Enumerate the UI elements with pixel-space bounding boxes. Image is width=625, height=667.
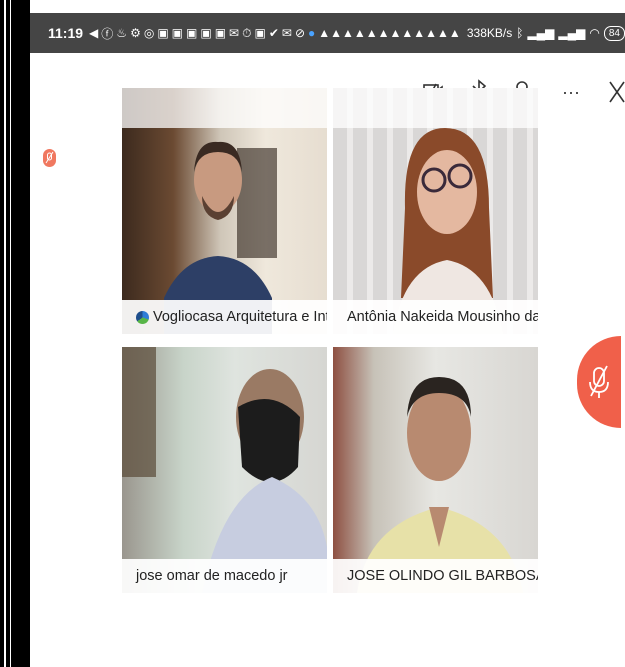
notification-icons: ◀ ⓕ ♨ ⚙ ◎ ▣ ▣ ▣ ▣ ▣ ✉ ⏱ ▣ ✔ ✉ ⊘ ● ▲▲▲▲▲▲…	[89, 25, 463, 42]
more-options-button[interactable]: ···	[548, 72, 594, 112]
participant-name-bar: Antônia Nakeida Mousinho da Silva (	[333, 300, 538, 334]
participant-name: Antônia Nakeida Mousinho da Silva (	[347, 309, 538, 325]
left-edge-bar	[0, 0, 30, 667]
participant-video	[122, 347, 327, 593]
wifi-icon: ◠	[589, 26, 600, 40]
signal-icon: ▂▄▆	[558, 26, 586, 40]
participant-name: Vogliocasa Arquitetura e Interiores	[153, 309, 327, 325]
signal-icon: ▂▄▆	[527, 26, 555, 40]
gmail-icon: ✉	[229, 26, 240, 40]
close-icon	[609, 81, 625, 103]
facebook-icon: ⓕ	[101, 26, 114, 41]
youtube-icon: ▣	[200, 26, 212, 40]
mute-toggle-button[interactable]	[577, 336, 621, 428]
close-button[interactable]	[594, 72, 625, 112]
more-options-icon: ···	[562, 81, 580, 102]
mic-off-icon	[589, 365, 609, 398]
alert-icon: ▲▲▲▲▲▲▲▲▲▲▲▲▲▲	[318, 26, 463, 40]
mic-muted-indicator	[43, 149, 56, 167]
slash-icon: ⊘	[294, 26, 305, 40]
edge-line	[4, 0, 6, 667]
participant-name: jose omar de macedo jr	[136, 568, 288, 584]
instagram-icon: ◎	[143, 26, 155, 40]
alarm-icon: ⏱	[242, 25, 252, 40]
network-speed: 338KB/s	[466, 26, 513, 40]
status-right: 338KB/s ᛒ ▂▄▆ ▂▄▆ ◠ 84	[466, 25, 625, 41]
bowl-icon: ♨	[116, 26, 128, 40]
participant-video	[164, 141, 277, 334]
youtube-icon: ▣	[186, 26, 198, 40]
settings-icon: ⚙	[130, 26, 141, 40]
bluetooth-status-icon: ᛒ	[516, 26, 524, 40]
android-status-bar: 11:19 ◀ ⓕ ♨ ⚙ ◎ ▣ ▣ ▣ ▣ ▣ ✉ ⏱ ▣ ✔ ✉ ⊘ ● …	[30, 13, 625, 53]
check-icon: ✔	[268, 26, 279, 40]
dot-icon: ●	[308, 26, 316, 40]
participant-tile[interactable]: Vogliocasa Arquitetura e Interiores	[122, 88, 327, 334]
participant-tile[interactable]: JOSE OLINDO GIL BARBOSA (eu)	[333, 347, 538, 593]
participant-name-bar: jose omar de macedo jr	[122, 559, 327, 593]
organization-logo-icon	[136, 310, 149, 324]
participant-tile[interactable]: Antônia Nakeida Mousinho da Silva (	[333, 88, 538, 334]
gmail-icon: ✉	[281, 26, 292, 40]
participant-name: JOSE OLINDO GIL BARBOSA (eu)	[347, 568, 538, 584]
mic-off-icon	[45, 151, 54, 164]
youtube-icon: ▣	[157, 26, 169, 40]
edge-line	[10, 0, 11, 667]
status-time: 11:19	[48, 25, 84, 41]
participant-name-bar: JOSE OLINDO GIL BARBOSA (eu)	[333, 559, 538, 593]
participant-video	[393, 128, 503, 334]
youtube-icon: ▣	[214, 26, 227, 40]
app-icon: ▣	[254, 26, 266, 40]
participant-video	[357, 377, 523, 593]
participant-name-bar: Vogliocasa Arquitetura e Interiores	[122, 300, 327, 334]
participant-tile[interactable]: jose omar de macedo jr	[122, 347, 327, 593]
navigation-icon: ◀	[89, 26, 99, 40]
battery-icon: 84	[603, 25, 625, 41]
youtube-icon: ▣	[171, 26, 183, 40]
